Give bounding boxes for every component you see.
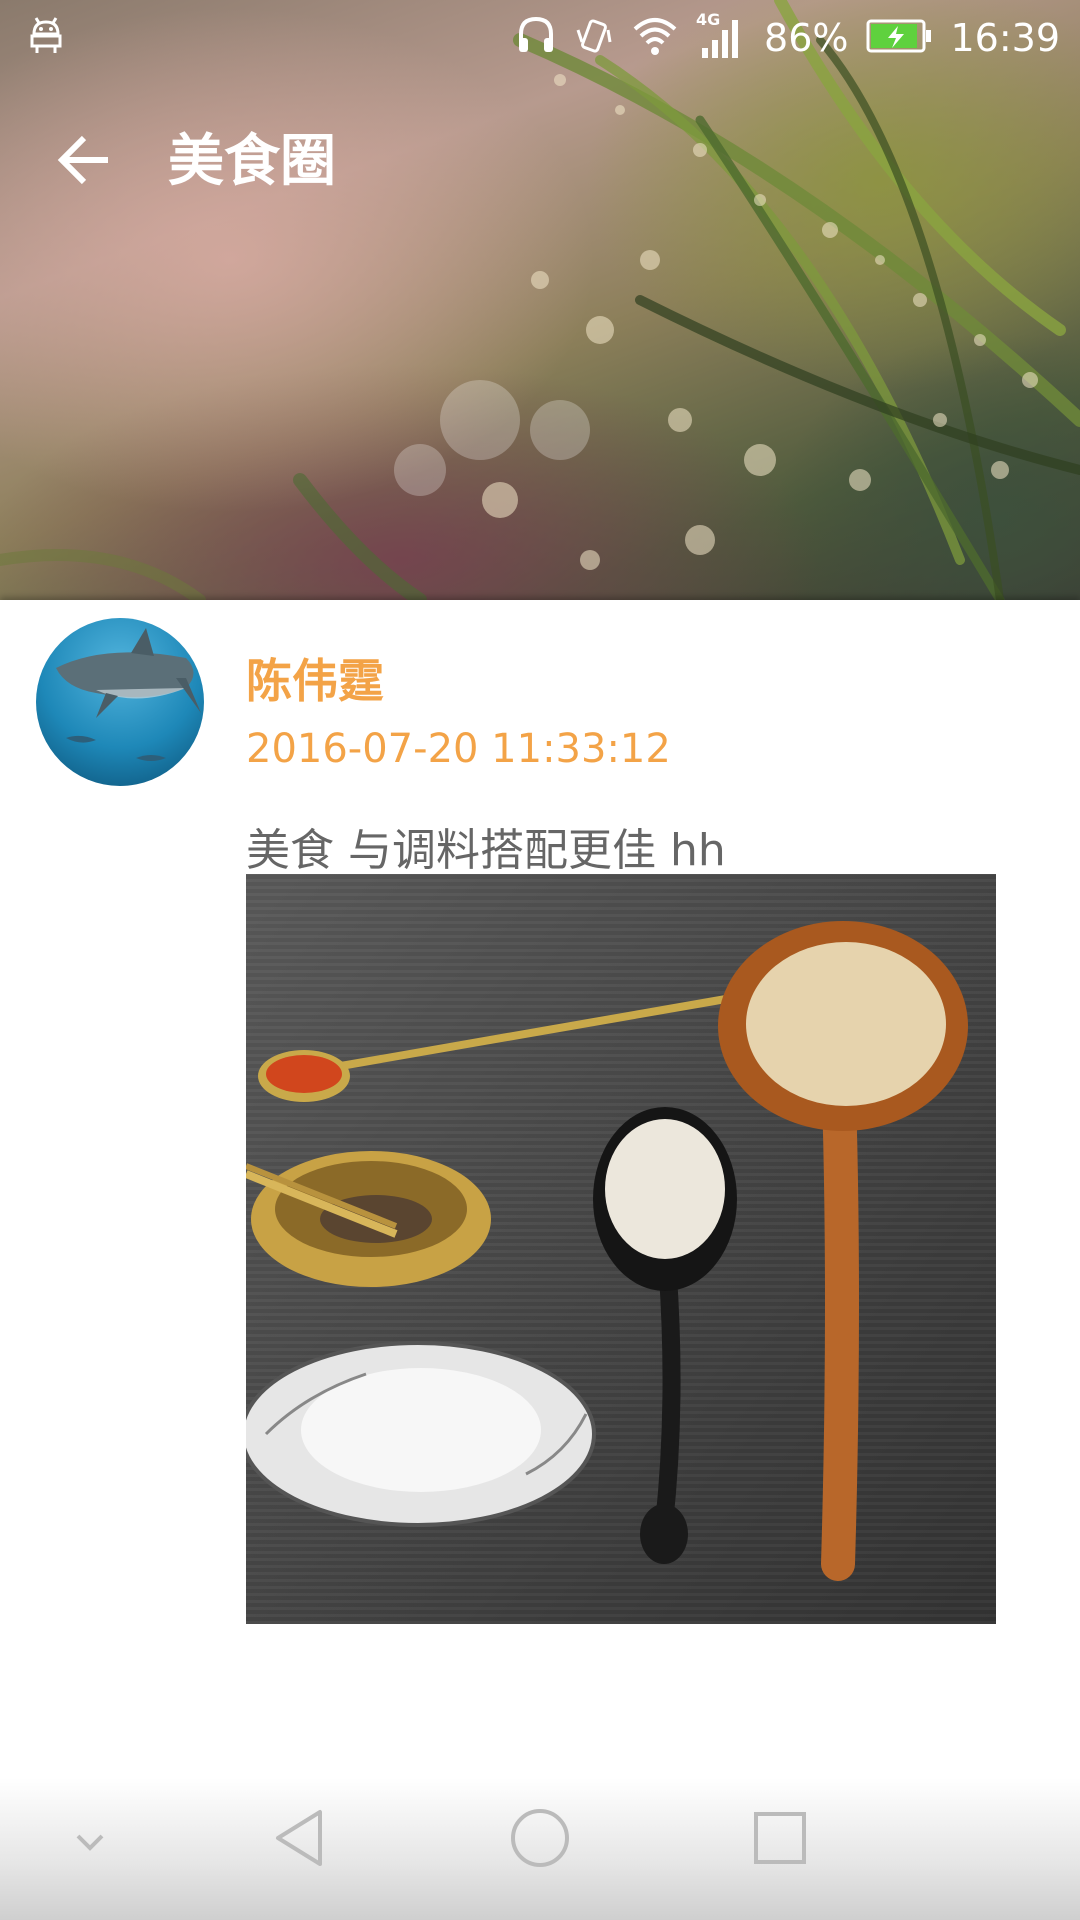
- header-background: [0, 0, 1080, 600]
- vibrate-icon: [574, 14, 614, 62]
- back-triangle-icon[interactable]: [270, 1806, 330, 1874]
- battery-percent: 86%: [764, 16, 849, 60]
- grass-photo: [0, 0, 1080, 600]
- app-bar: 美食圈: [0, 100, 1080, 220]
- chevron-down-icon[interactable]: [70, 1828, 110, 1862]
- android-debug-icon: [26, 16, 66, 60]
- arrow-left-icon[interactable]: [54, 130, 114, 190]
- avatar[interactable]: [36, 618, 204, 786]
- navigation-bar: [0, 1778, 1080, 1920]
- status-bar: 4G 86% 16:39: [0, 0, 1080, 76]
- spices-photo[interactable]: [246, 874, 996, 1624]
- clock: 16:39: [950, 16, 1060, 60]
- post-username[interactable]: 陈伟霆: [246, 645, 384, 711]
- wifi-icon: [632, 14, 678, 62]
- shark-avatar: [56, 628, 201, 761]
- signal-icon: 4G: [696, 10, 746, 62]
- home-circle-icon[interactable]: [508, 1806, 572, 1874]
- post-timestamp: 2016-07-20 11:33:12: [246, 726, 671, 772]
- page-title: 美食圈: [168, 129, 336, 194]
- battery-charging-icon: [866, 18, 932, 58]
- recents-square-icon[interactable]: [752, 1810, 808, 1870]
- post-text: 美食 与调料搭配更佳 hh: [246, 825, 726, 876]
- headphone-icon: [516, 14, 556, 62]
